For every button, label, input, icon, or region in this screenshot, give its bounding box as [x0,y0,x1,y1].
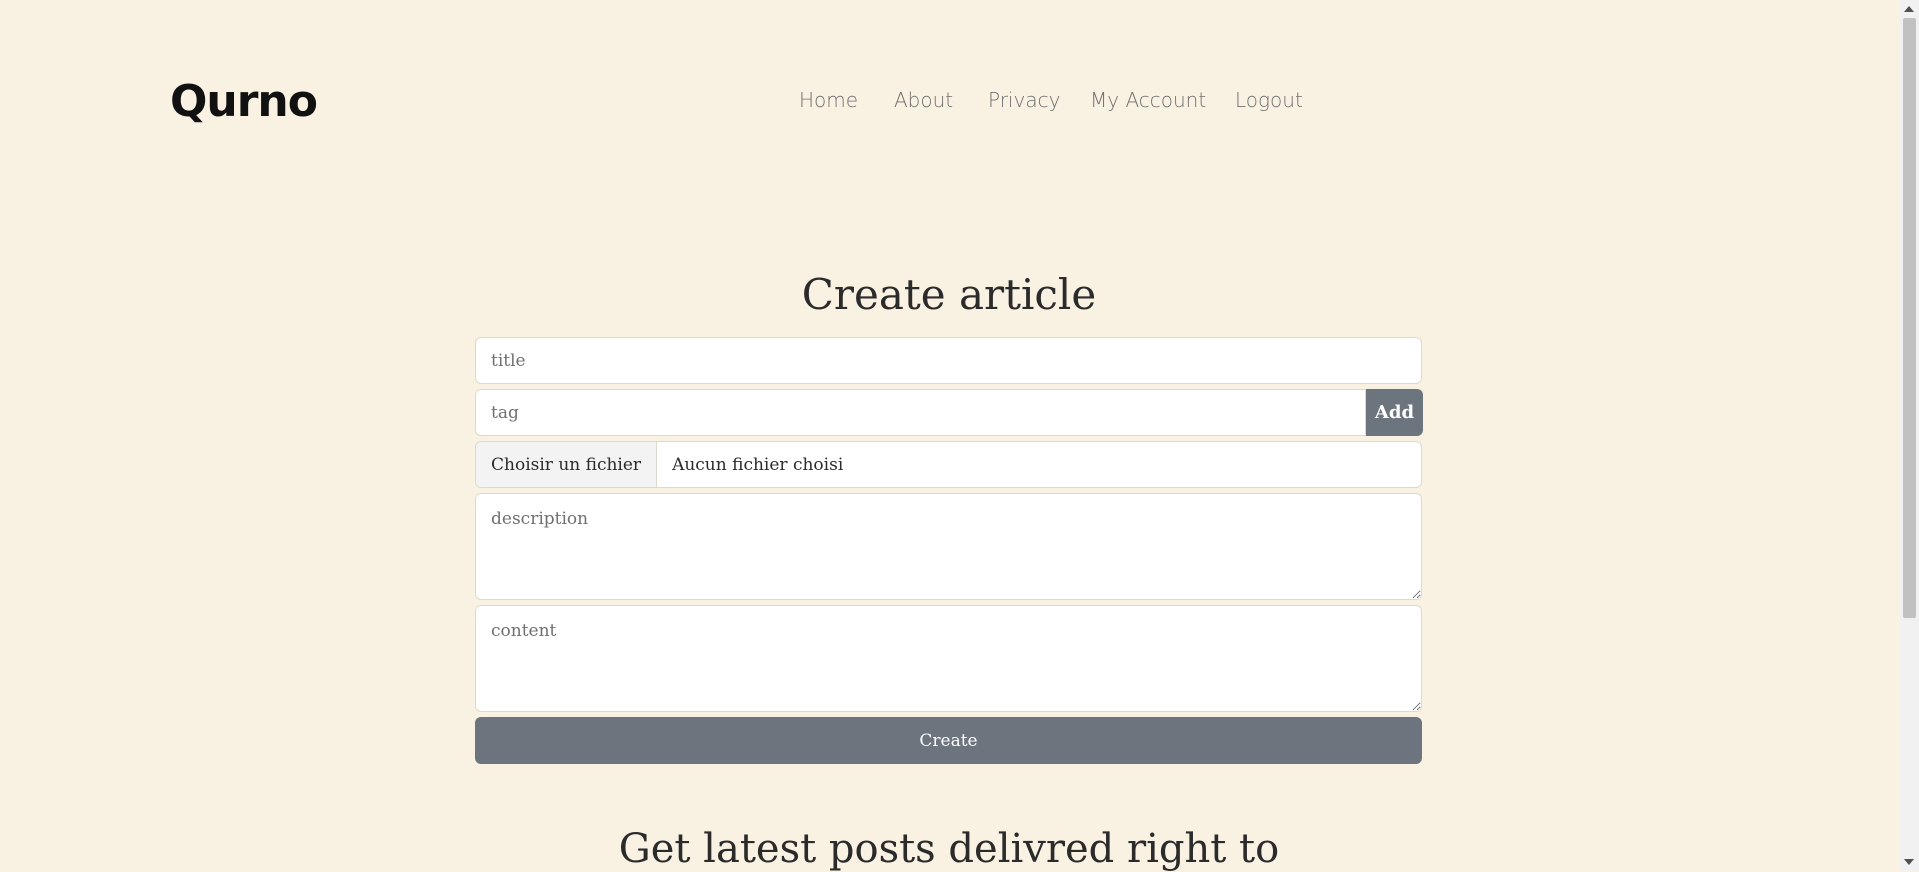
scroll-down-arrow-icon[interactable] [1904,859,1914,865]
nav-my-account-link[interactable]: My Account [1090,88,1206,112]
vertical-scrollbar[interactable] [1900,0,1919,871]
nav-privacy-link[interactable]: Privacy [988,88,1060,112]
description-textarea[interactable] [475,493,1422,600]
file-status-text: Aucun fichier choisi [672,454,844,475]
choose-file-button[interactable]: Choisir un fichier [476,442,658,487]
scroll-up-arrow-icon[interactable] [1904,6,1914,12]
file-upload-field[interactable]: Choisir un fichier Aucun fichier choisi [475,441,1422,488]
content-textarea[interactable] [475,605,1422,712]
scroll-thumb[interactable] [1903,18,1916,618]
tag-input[interactable] [475,389,1366,436]
main-nav: Home About Privacy My Account Logout [0,88,1919,118]
create-button[interactable]: Create [475,717,1422,764]
nav-about-link[interactable]: About [894,88,953,112]
nav-logout-link[interactable]: Logout [1235,88,1303,112]
newsletter-heading: Get latest posts delivred right to [618,826,1280,872]
title-input[interactable] [475,337,1422,384]
add-tag-button[interactable]: Add [1366,389,1423,436]
nav-home-link[interactable]: Home [799,88,858,112]
page-title: Create article [801,270,1097,319]
